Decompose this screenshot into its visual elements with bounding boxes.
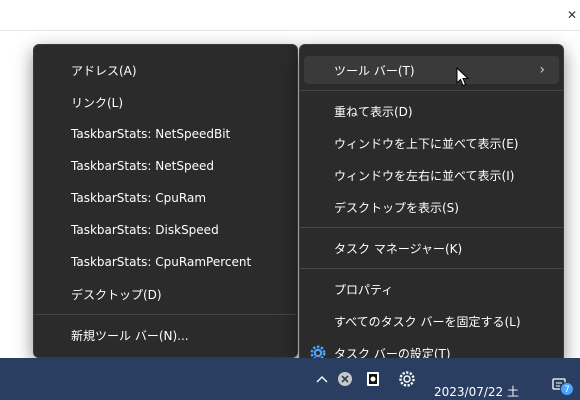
close-circle-icon[interactable] (336, 370, 354, 388)
submenu-item-netspeed[interactable]: TaskbarStats: NetSpeed (38, 152, 293, 180)
chevron-right-icon: › (539, 62, 545, 78)
close-icon[interactable]: ✕ (564, 0, 580, 30)
submenu-item-label: TaskbarStats: DiskSpeed (71, 223, 219, 237)
menu-item-label: 重ねて表示(D) (334, 104, 413, 119)
notification-center[interactable]: 7 (552, 378, 574, 396)
background-titlebar: ✕ (0, 0, 580, 31)
menu-item-side-by-side[interactable]: ウィンドウを左右に並べて表示(I) (304, 161, 559, 189)
settings-tray-icon[interactable] (398, 370, 416, 388)
submenu-item-label: TaskbarStats: CpuRamPercent (71, 255, 252, 269)
taskbar-context-menu: ツール バー(T) › 重ねて表示(D) ウィンドウを上下に並べて表示(E) ウ… (299, 44, 564, 366)
submenu-item-cpuram[interactable]: TaskbarStats: CpuRam (38, 184, 293, 212)
submenu-item-netspeedbit[interactable]: TaskbarStats: NetSpeedBit (38, 120, 293, 148)
app-tray-icon[interactable] (364, 370, 382, 388)
submenu-item-label: 新規ツール バー(N)... (71, 328, 189, 343)
notification-count-badge: 7 (560, 382, 574, 396)
menu-item-label: デスクトップを表示(S) (334, 200, 459, 215)
submenu-item-label: アドレス(A) (71, 63, 137, 78)
menu-separator (300, 90, 563, 91)
submenu-item-label: TaskbarStats: CpuRam (71, 191, 207, 205)
submenu-item-address[interactable]: アドレス(A) (38, 56, 293, 84)
menu-item-task-manager[interactable]: タスク マネージャー(K) (304, 234, 559, 262)
menu-item-label: すべてのタスク バーを固定する(L) (334, 314, 521, 329)
menu-item-label: タスク マネージャー(K) (334, 241, 463, 256)
menu-item-label: ウィンドウを上下に並べて表示(E) (334, 136, 519, 151)
menu-item-label: ウィンドウを左右に並べて表示(I) (334, 168, 515, 183)
menu-item-toolbars[interactable]: ツール バー(T) › (304, 56, 559, 84)
submenu-item-label: TaskbarStats: NetSpeed (71, 159, 214, 173)
submenu-item-new-toolbar[interactable]: 新規ツール バー(N)... (38, 321, 293, 349)
submenu-item-desktop[interactable]: デスクトップ(D) (38, 280, 293, 308)
submenu-item-diskspeed[interactable]: TaskbarStats: DiskSpeed (38, 216, 293, 244)
menu-item-lock-taskbars[interactable]: すべてのタスク バーを固定する(L) (304, 307, 559, 335)
submenu-item-label: リンク(L) (71, 95, 124, 110)
menu-item-properties[interactable]: プロパティ (304, 275, 559, 303)
menu-item-label: ツール バー(T) (334, 63, 415, 78)
submenu-item-cpurampercent[interactable]: TaskbarStats: CpuRamPercent (38, 248, 293, 276)
menu-item-stacked[interactable]: ウィンドウを上下に並べて表示(E) (304, 129, 559, 157)
menu-separator (300, 227, 563, 228)
submenu-item-links[interactable]: リンク(L) (38, 88, 293, 116)
submenu-item-label: TaskbarStats: NetSpeedBit (71, 127, 231, 141)
menu-item-label: プロパティ (334, 282, 394, 297)
toolbars-submenu: アドレス(A) リンク(L) TaskbarStats: NetSpeedBit… (33, 44, 298, 358)
submenu-item-label: デスクトップ(D) (71, 287, 162, 302)
taskbar-clock-date[interactable]: 2023/07/22 土 (434, 383, 519, 400)
menu-item-show-desktop[interactable]: デスクトップを表示(S) (304, 193, 559, 221)
menu-item-cascade[interactable]: 重ねて表示(D) (304, 97, 559, 125)
menu-separator (34, 314, 297, 315)
menu-separator (300, 268, 563, 269)
chevron-up-icon[interactable] (313, 370, 331, 388)
